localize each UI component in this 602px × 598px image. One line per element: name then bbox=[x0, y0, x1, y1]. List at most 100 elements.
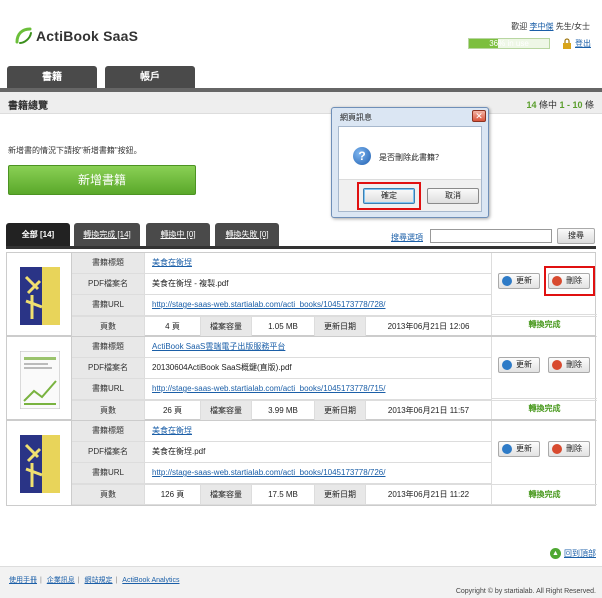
book-pages-value: 4 頁 bbox=[165, 322, 180, 331]
book-pages-label: 頁數 bbox=[72, 401, 145, 420]
delete-button-label: 刪除 bbox=[566, 444, 582, 453]
filter-tab-failed[interactable]: 轉換失敗 [0] bbox=[215, 223, 279, 246]
dialog-close-icon[interactable]: ✕ bbox=[472, 110, 486, 122]
ok-highlight-box bbox=[357, 182, 421, 210]
filter-tab-divider bbox=[6, 246, 596, 249]
status-badge: 轉換完成 bbox=[491, 484, 597, 505]
search-button[interactable]: 搜尋 bbox=[557, 228, 595, 244]
book-thumbnail bbox=[7, 337, 72, 419]
book-size-label: 檔案容量 bbox=[200, 401, 252, 420]
book-pdf-label: PDF檔案名 bbox=[72, 442, 145, 462]
add-book-button[interactable]: 新增書籍 bbox=[8, 165, 196, 195]
footer-link-company[interactable]: 企業訊息 bbox=[47, 577, 75, 584]
book-url-row: 書籍URL http://stage-saas-web.startialab.c… bbox=[72, 295, 491, 316]
tab-books[interactable]: 書籍 bbox=[7, 66, 97, 90]
book-url-row: 書籍URL http://stage-saas-web.startialab.c… bbox=[72, 379, 491, 400]
refresh-icon bbox=[502, 444, 512, 454]
book-url-label: 書籍URL bbox=[72, 295, 145, 315]
question-icon: ? bbox=[353, 147, 371, 165]
book-pdf-name: 美食在衡埕.pdf bbox=[152, 447, 206, 456]
welcome-text: 歡迎 bbox=[511, 22, 528, 31]
pager-suffix: 條 bbox=[582, 100, 594, 110]
honorific-text: 先生/女士 bbox=[555, 22, 590, 31]
refresh-icon bbox=[502, 360, 512, 370]
cancel-button[interactable]: 取消 bbox=[427, 188, 479, 204]
book-pdf-row: PDF檔案名 美食在衡埕.pdf bbox=[72, 442, 491, 463]
footer-link-analytics[interactable]: ActiBook Analytics bbox=[122, 577, 179, 584]
filter-tab-all[interactable]: 全部 [14] bbox=[6, 223, 70, 246]
book-url-label: 書籍URL bbox=[72, 463, 145, 483]
book-cover-image bbox=[20, 351, 60, 409]
pager-total: 14 bbox=[526, 100, 537, 110]
user-name-link[interactable]: 李中傑 bbox=[530, 22, 554, 31]
delete-button[interactable]: 刪除 bbox=[548, 357, 590, 373]
book-date-label: 更新日期 bbox=[314, 317, 366, 336]
delete-x-icon bbox=[552, 360, 562, 370]
delete-button-label: 刪除 bbox=[566, 360, 582, 369]
filter-tab-converting-label: 轉換中 [0] bbox=[160, 230, 196, 239]
book-actions: 更新 刪除 bbox=[491, 421, 597, 484]
user-greeting: 歡迎 李中傑 先生/女士 bbox=[511, 21, 590, 32]
book-title-link[interactable]: 美食在衡埕 bbox=[152, 421, 192, 441]
book-thumbnail bbox=[7, 421, 72, 505]
back-to-top-label: 回到頂部 bbox=[564, 549, 596, 558]
tab-account[interactable]: 帳戶 bbox=[105, 66, 195, 90]
footer-links: 使用手冊 | 企業訊息 | 網站規定 | ActiBook Analytics bbox=[9, 577, 180, 584]
footer-link-manual[interactable]: 使用手冊 bbox=[9, 577, 37, 584]
logout-link[interactable]: 登出 bbox=[575, 38, 591, 49]
logo-text: ActiBook SaaS bbox=[36, 28, 139, 44]
update-button[interactable]: 更新 bbox=[498, 357, 540, 373]
update-button-label: 更新 bbox=[516, 276, 532, 285]
copyright: Copyright © by startialab. All Right Res… bbox=[455, 588, 596, 595]
book-size-label: 檔案容量 bbox=[200, 485, 252, 504]
lock-icon bbox=[562, 38, 572, 49]
pager-mid: 條中 bbox=[536, 100, 560, 110]
search-options-link[interactable]: 搜尋選項 bbox=[391, 232, 423, 243]
book-title-label: 書籍標題 bbox=[72, 421, 145, 441]
book-actions: 更新 刪除 bbox=[491, 253, 597, 314]
footer-link-terms[interactable]: 網站規定 bbox=[85, 577, 113, 584]
search-input[interactable] bbox=[430, 229, 552, 243]
filter-tab-done-label: 轉換完成 [14] bbox=[83, 230, 131, 239]
refresh-icon bbox=[502, 276, 512, 286]
book-title-link[interactable]: ActiBook SaaS雲端電子出版服務平台 bbox=[152, 337, 285, 357]
book-pages-label: 頁數 bbox=[72, 485, 145, 504]
book-title-row: 書籍標題 ActiBook SaaS雲端電子出版服務平台 bbox=[72, 337, 491, 358]
status-badge: 轉換完成 bbox=[491, 398, 597, 419]
filter-tab-all-label: 全部 [14] bbox=[21, 230, 55, 239]
book-size-value: 1.05 MB bbox=[268, 322, 298, 331]
pager-summary: 14 條中 1 - 10 條 bbox=[526, 98, 594, 111]
pager-range: 1 - 10 bbox=[559, 100, 583, 110]
page-title: 書籍總覽 bbox=[8, 101, 48, 112]
book-date-label: 更新日期 bbox=[314, 485, 366, 504]
arrow-up-icon: ▲ bbox=[550, 548, 561, 559]
book-url-link[interactable]: http://stage-saas-web.startialab.com/act… bbox=[152, 379, 385, 399]
book-url-link[interactable]: http://stage-saas-web.startialab.com/act… bbox=[152, 295, 385, 315]
dialog-body: ? 是否刪除此書籍？ 確定 取消 bbox=[338, 126, 482, 212]
section-header bbox=[0, 92, 602, 114]
book-title-row: 書籍標題 美食在衡埕 bbox=[72, 253, 491, 274]
book-url-link[interactable]: http://stage-saas-web.startialab.com/act… bbox=[152, 463, 385, 483]
book-title-row: 書籍標題 美食在衡埕 bbox=[72, 421, 491, 442]
book-pdf-name: 美食在衡埕 - 複製.pdf bbox=[152, 279, 229, 288]
dialog-title: 網頁訊息 bbox=[340, 113, 372, 122]
back-to-top-link[interactable]: ▲ 回到頂部 bbox=[550, 548, 596, 559]
book-title-link[interactable]: 美食在衡埕 bbox=[152, 253, 192, 273]
filter-tab-converting[interactable]: 轉換中 [0] bbox=[146, 223, 210, 246]
add-book-hint: 新增書的情況下請按"新增書籍"按鈕。 bbox=[8, 146, 142, 155]
book-pdf-row: PDF檔案名 20130604ActiBook SaaS概鍵(直版).pdf bbox=[72, 358, 491, 379]
filter-tab-done[interactable]: 轉換完成 [14] bbox=[74, 223, 140, 246]
update-button[interactable]: 更新 bbox=[498, 441, 540, 457]
book-item: 書籍標題 ActiBook SaaS雲端電子出版服務平台 PDF檔案名 2013… bbox=[6, 336, 597, 421]
dialog-message: 是否刪除此書籍？ bbox=[379, 153, 443, 162]
book-actions: 更新 刪除 bbox=[491, 337, 597, 398]
book-pages-value: 126 頁 bbox=[160, 490, 185, 499]
book-pdf-label: PDF檔案名 bbox=[72, 274, 145, 294]
delete-button[interactable]: 刪除 bbox=[548, 441, 590, 457]
status-badge: 轉換完成 bbox=[491, 314, 597, 335]
update-button[interactable]: 更新 bbox=[498, 273, 540, 289]
logo: ActiBook SaaS bbox=[14, 26, 138, 46]
usage-meter: 36% in use bbox=[468, 38, 550, 49]
delete-x-icon bbox=[552, 444, 562, 454]
book-cover-image bbox=[20, 435, 60, 493]
